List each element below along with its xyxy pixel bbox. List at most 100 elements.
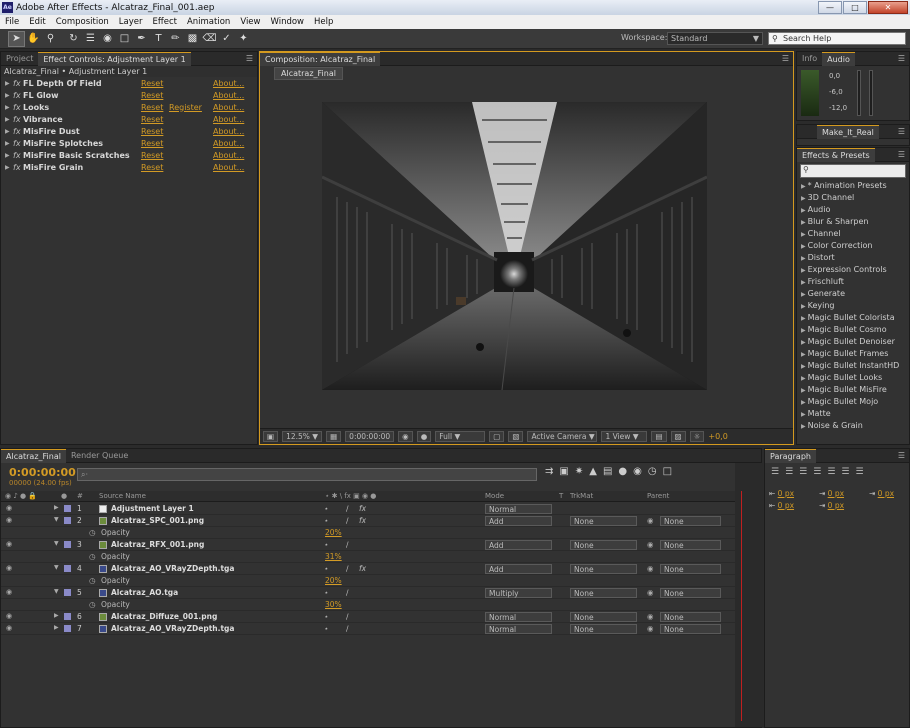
pickwhip-icon[interactable]: ◉ xyxy=(647,624,654,633)
mode-select[interactable]: Add xyxy=(485,516,552,526)
timeline-timecode[interactable]: 0:00:00:00 xyxy=(9,466,76,479)
resolution-select[interactable]: Full ▼ xyxy=(435,431,486,442)
shy-switch-icon[interactable]: ⋆ xyxy=(324,540,329,549)
effect-row[interactable]: ▶ fx Vibrance Reset About... xyxy=(1,113,257,125)
time-ruler-area[interactable] xyxy=(735,463,763,727)
effects-category-item[interactable]: ▶ Generate xyxy=(797,288,909,300)
mode-select[interactable]: Multiply xyxy=(485,588,552,598)
effect-reset-link[interactable]: Reset xyxy=(141,127,163,136)
tab-composition[interactable]: Composition: Alcatraz_Final xyxy=(260,51,381,66)
effect-about-link[interactable]: About... xyxy=(213,139,244,148)
menu-help[interactable]: Help xyxy=(309,17,338,27)
property-row[interactable]: ◷ Opacity 20% xyxy=(1,575,741,587)
expand-triangle-icon[interactable]: ▶ xyxy=(801,351,806,358)
fx-toggle-icon[interactable]: fx xyxy=(13,91,23,100)
visibility-eye-icon[interactable]: ◉ xyxy=(6,624,12,632)
brush-tool-icon[interactable]: ✏ xyxy=(167,31,184,47)
panel-menu-icon[interactable]: ☰ xyxy=(898,127,905,136)
quality-switch-icon[interactable]: ∕ xyxy=(346,540,349,549)
expand-triangle-icon[interactable]: ▶ xyxy=(801,207,806,214)
layer-row[interactable]: ◉ ▼ 3 Alcatraz_RFX_001.png ⋆ ∕ Add None ◉ None xyxy=(1,539,741,551)
transparency-icon[interactable]: ▧ xyxy=(508,431,524,442)
menu-layer[interactable]: Layer xyxy=(114,17,148,27)
effects-category-item[interactable]: ▶ Magic Bullet Mojo xyxy=(797,396,909,408)
tab-audio[interactable]: Audio xyxy=(822,51,855,66)
trkmat-select[interactable]: None xyxy=(570,612,637,622)
effects-category-item[interactable]: ▶ Magic Bullet MisFire xyxy=(797,384,909,396)
current-time-indicator[interactable] xyxy=(741,491,742,721)
shy-switch-icon[interactable]: ⋆ xyxy=(324,564,329,573)
expand-triangle-icon[interactable]: ▶ xyxy=(801,399,806,406)
expand-triangle-icon[interactable]: ▶ xyxy=(801,387,806,394)
tab-effect-controls[interactable]: Effect Controls: Adjustment Layer 1 xyxy=(38,51,191,66)
type-tool-icon[interactable]: T xyxy=(150,31,167,47)
visibility-eye-icon[interactable]: ◉ xyxy=(6,564,12,572)
trkmat-select[interactable]: None xyxy=(570,564,637,574)
snapshot-icon[interactable]: ◉ xyxy=(398,431,413,442)
expand-triangle-icon[interactable]: ▶ xyxy=(801,411,806,418)
fast-preview-icon[interactable]: ▨ xyxy=(670,431,686,442)
expand-triangle-icon[interactable]: ▼ xyxy=(54,540,59,547)
pan-behind-tool-icon[interactable]: ◉ xyxy=(99,31,116,47)
effect-row[interactable]: ▶ fx MisFire Splotches Reset About... xyxy=(1,137,257,149)
workspace-select[interactable]: Standard ▼ xyxy=(667,32,763,45)
fx-toggle-icon[interactable]: fx xyxy=(13,163,23,172)
header-source-name[interactable]: Source Name xyxy=(99,492,146,500)
expand-triangle-icon[interactable]: ▶ xyxy=(801,339,806,346)
panel-menu-icon[interactable]: ☰ xyxy=(898,451,905,460)
shy-switch-icon[interactable]: ⋆ xyxy=(324,588,329,597)
effects-category-item[interactable]: ▶ Frischluft xyxy=(797,276,909,288)
selection-tool-icon[interactable]: ➤ xyxy=(8,30,25,47)
expand-triangle-icon[interactable]: ▶ xyxy=(801,267,806,274)
expand-triangle-icon[interactable]: ▶ xyxy=(801,423,806,430)
layer-name[interactable]: Alcatraz_SPC_001.png xyxy=(111,516,204,525)
expand-triangle-icon[interactable]: ▼ xyxy=(54,588,59,595)
composition-sub-tab[interactable]: Alcatraz_Final xyxy=(274,66,343,80)
effect-about-link[interactable]: About... xyxy=(213,127,244,136)
tab-render-queue[interactable]: Render Queue xyxy=(66,449,133,463)
property-value[interactable]: 30% xyxy=(325,600,342,609)
property-row[interactable]: ◷ Opacity 30% xyxy=(1,599,741,611)
exposure-value[interactable]: +0,0 xyxy=(708,432,727,441)
motion-blur-icon[interactable]: ● xyxy=(618,466,627,477)
fx-toggle-icon[interactable]: fx xyxy=(13,139,23,148)
effects-category-item[interactable]: ▶ Magic Bullet Denoiser xyxy=(797,336,909,348)
parent-select[interactable]: None xyxy=(660,588,721,598)
menu-effect[interactable]: Effect xyxy=(148,17,182,27)
label-color-swatch[interactable] xyxy=(64,517,71,524)
label-color-swatch[interactable] xyxy=(64,565,71,572)
stopwatch-icon[interactable]: ◷ xyxy=(89,552,96,561)
effect-row[interactable]: ▶ fx MisFire Grain Reset About... xyxy=(1,161,257,173)
mode-select[interactable]: Add xyxy=(485,540,552,550)
menu-window[interactable]: Window xyxy=(265,17,309,27)
search-help-input[interactable]: ⚲ Search Help xyxy=(768,32,906,45)
audio-slider-left[interactable] xyxy=(857,70,861,116)
camera-select[interactable]: Active Camera ▼ xyxy=(527,431,598,442)
effects-category-item[interactable]: ▶ Magic Bullet Colorista xyxy=(797,312,909,324)
expand-triangle-icon[interactable]: ▶ xyxy=(801,195,806,202)
effect-about-link[interactable]: About... xyxy=(213,163,244,172)
graph-editor-icon[interactable]: □ xyxy=(663,466,672,477)
layer-row[interactable]: ◉ ▶ 1 Adjustment Layer 1 ⋆ ∕ fx Normal xyxy=(1,503,741,515)
effects-category-item[interactable]: ▶ * Animation Presets xyxy=(797,180,909,192)
quality-switch-icon[interactable]: ∕ xyxy=(346,588,349,597)
effects-category-item[interactable]: ▶ Noise & Grain xyxy=(797,420,909,432)
shy-switch-icon[interactable]: ⋆ xyxy=(324,612,329,621)
effects-category-item[interactable]: ▶ Expression Controls xyxy=(797,264,909,276)
trkmat-select[interactable]: None xyxy=(570,540,637,550)
puppet-tool-icon[interactable]: ✦ xyxy=(235,31,252,47)
justify-center-icon[interactable]: ☰ xyxy=(827,467,835,477)
visibility-eye-icon[interactable]: ◉ xyxy=(6,612,12,620)
effect-row[interactable]: ▶ fx MisFire Dust Reset About... xyxy=(1,125,257,137)
parent-select[interactable]: None xyxy=(660,564,721,574)
layer-row[interactable]: ◉ ▶ 7 Alcatraz_AO_VRayZDepth.tga ⋆ ∕ Normal Non… xyxy=(1,623,741,635)
effects-category-item[interactable]: ▶ Keying xyxy=(797,300,909,312)
fx-toggle-icon[interactable]: fx xyxy=(13,103,23,112)
region-icon[interactable]: ▢ xyxy=(489,431,505,442)
effect-reset-link[interactable]: Reset xyxy=(141,163,163,172)
pen-tool-icon[interactable]: ✒ xyxy=(133,31,150,47)
tab-timeline-comp[interactable]: Alcatraz_Final xyxy=(1,448,66,463)
space-after-field[interactable]: ⇥ 0 px xyxy=(819,501,844,510)
minimize-icon[interactable]: — xyxy=(818,1,842,14)
parent-select[interactable]: None xyxy=(660,624,721,634)
